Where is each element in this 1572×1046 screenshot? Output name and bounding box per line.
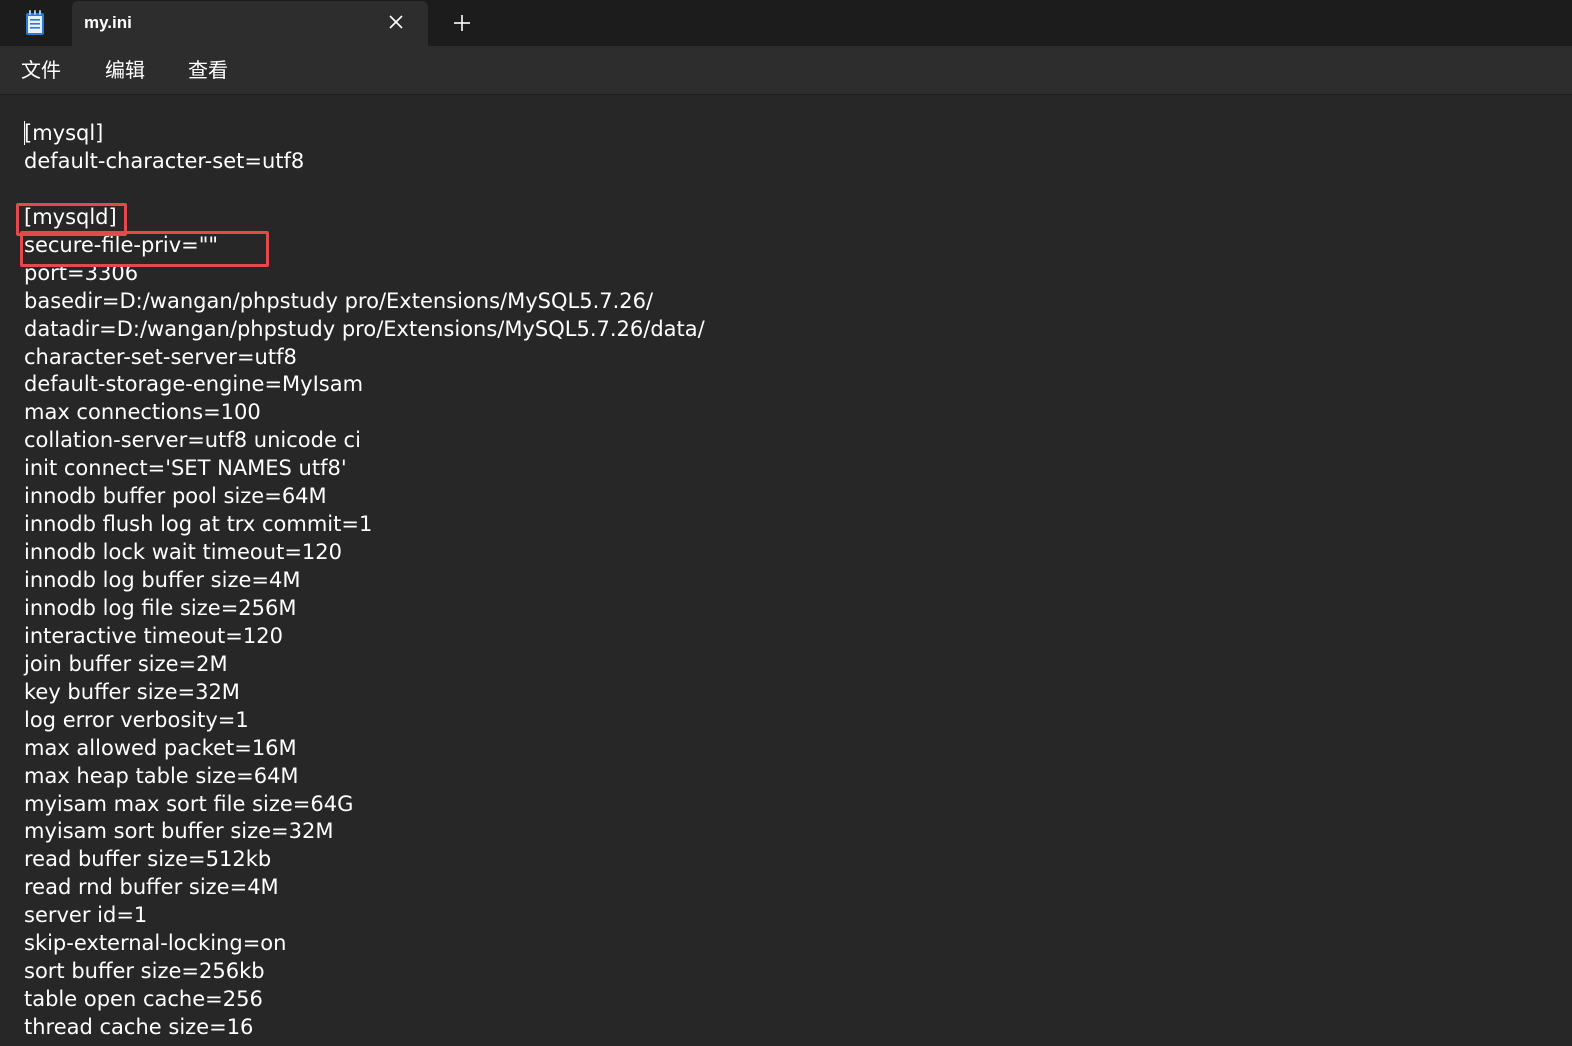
editor-line: server id=1 xyxy=(24,903,148,928)
editor-line xyxy=(24,176,705,204)
editor-line: join buffer size=2M xyxy=(24,651,228,676)
editor-line: [mysql] xyxy=(24,121,104,145)
editor-line: sort buffer size=256kb xyxy=(24,959,265,984)
editor-line: thread cache size=16 xyxy=(24,1015,254,1039)
editor-line: innodb buffer pool size=64M xyxy=(24,484,327,509)
notepad-window: my.ini 文件 编辑 查看 [mysql] default-character… xyxy=(0,0,1572,1046)
editor-line: max heap table size=64M xyxy=(24,763,299,788)
editor-line: default-storage-engine=MyIsam xyxy=(24,372,364,397)
editor-line: read buffer size=512kb xyxy=(24,847,272,872)
plus-icon[interactable] xyxy=(450,11,474,35)
editor-line: innodb log buffer size=4M xyxy=(24,568,301,592)
tab-my-ini[interactable]: my.ini xyxy=(72,1,428,46)
editor-line: basedir=D:/wangan/phpstudy pro/Extension… xyxy=(24,288,654,313)
editor-line: myisam max sort file size=64G xyxy=(24,791,354,816)
editor-line: default-character-set=utf8 xyxy=(24,148,305,173)
editor-line: innodb log file size=256M xyxy=(24,595,297,620)
notepad-icon xyxy=(26,10,44,35)
highlight-box-secure-file-priv xyxy=(20,231,269,267)
editor-line: read rnd buffer size=4M xyxy=(24,875,279,900)
title-bar: my.ini xyxy=(0,0,1572,46)
menu-edit[interactable]: 编辑 xyxy=(105,58,145,82)
tab-title: my.ini xyxy=(84,13,132,32)
close-icon[interactable] xyxy=(386,12,406,32)
menu-file[interactable]: 文件 xyxy=(21,58,61,82)
editor-line: innodb lock wait timeout=120 xyxy=(24,540,343,565)
editor-line: skip-external-locking=on xyxy=(24,931,287,956)
text-caret xyxy=(24,121,25,145)
editor-line: innodb flush log at trx commit=1 xyxy=(24,512,373,537)
text-editor[interactable]: [mysql] default-character-set=utf8 [mysqld… xyxy=(0,95,1572,1046)
editor-line: datadir=D:/wangan/phpstudy pro/Extension… xyxy=(24,316,705,341)
editor-line: key buffer size=32M xyxy=(24,679,240,704)
editor-line: log error verbosity=1 xyxy=(24,707,249,732)
editor-line: max allowed packet=16M xyxy=(24,735,297,760)
editor-line: init connect='SET NAMES utf8' xyxy=(24,456,347,481)
editor-line: interactive timeout=120 xyxy=(24,623,283,648)
menu-view[interactable]: 查看 xyxy=(188,58,228,82)
editor-line: collation-server=utf8 unicode ci xyxy=(24,428,361,453)
editor-line: table open cache=256 xyxy=(24,987,263,1012)
editor-line: max connections=100 xyxy=(24,400,261,425)
editor-line: character-set-server=utf8 xyxy=(24,344,297,369)
menu-bar: 文件 编辑 查看 xyxy=(0,46,1572,95)
editor-line: myisam sort buffer size=32M xyxy=(24,819,334,844)
